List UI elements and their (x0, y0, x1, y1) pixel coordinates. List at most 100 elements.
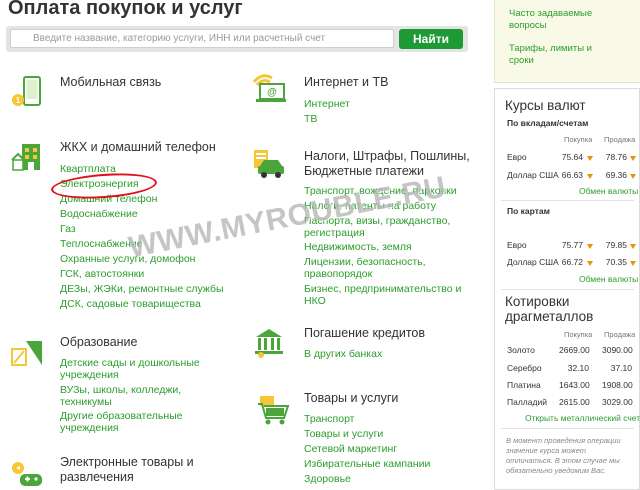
find-button[interactable]: Найти (399, 29, 463, 49)
house-icon (11, 144, 40, 171)
link-dsk[interactable]: ДСК, садовые товарищества (60, 298, 201, 311)
link-tv[interactable]: ТВ (304, 113, 317, 126)
link-other-education-2[interactable]: учреждения (60, 422, 119, 435)
category-mobile[interactable]: Мобильная связь (60, 75, 161, 90)
metal-sell: 37.10 (610, 363, 632, 373)
arrow-down-icon (587, 244, 593, 249)
sell-rate: 69.36 (605, 170, 627, 180)
metals-title-2: драгметаллов (505, 309, 594, 324)
category-education[interactable]: Образование (60, 335, 137, 350)
sell-rate: 78.76 (605, 152, 627, 162)
page-title: Оплата покупок и услуг (8, 0, 243, 19)
metal-name: Палладий (507, 397, 547, 407)
link-transport-goods[interactable]: Транспорт (304, 413, 355, 426)
link-water[interactable]: Водоснабжение (60, 208, 138, 221)
link-licenses-2[interactable]: правопорядок (304, 268, 372, 281)
rates-title: Курсы валют (505, 98, 586, 113)
search-bar: Найти (6, 26, 468, 52)
link-business[interactable]: Бизнес, предпринимательство и (304, 283, 461, 296)
category-internet-tv[interactable]: Интернет и ТВ (304, 75, 388, 90)
main-content: Оплата покупок и услуг Найти 1 Мобильная… (0, 0, 488, 490)
help-links-box: Часто задаваемые вопросы Тарифы, лимиты … (494, 0, 640, 83)
link-dez[interactable]: ДЕЗы, ЖЭКи, ремонтные службы (60, 283, 224, 296)
search-input[interactable] (10, 29, 394, 48)
sidebar: Часто задаваемые вопросы Тарифы, лимиты … (494, 0, 640, 490)
currency-name: Евро (507, 152, 527, 162)
disclaimer-line: В момент проведения операции (506, 436, 621, 445)
currency-name: Евро (507, 240, 527, 250)
metal-buy: 1643.00 (559, 380, 590, 390)
link-election[interactable]: Избирательные кампании (304, 458, 430, 471)
link-goods-services[interactable]: Товары и услуги (304, 428, 383, 441)
disclaimer-line: обязательно уведомим Вас. (506, 466, 607, 475)
link-kindergartens-2[interactable]: учреждения (60, 369, 119, 382)
currency-name: Доллар США (507, 170, 559, 180)
exchange-link[interactable]: Обмен валюты (579, 274, 638, 284)
arrow-down-icon (587, 174, 593, 179)
link-business-2[interactable]: НКО (304, 295, 326, 308)
shopping-cart-icon (258, 396, 290, 425)
currency-rates-panel: Курсы валют По вкладам/счетам Покупка Пр… (494, 88, 640, 490)
metals-sell-header: Продажа (604, 330, 636, 339)
metal-sell: 1908.00 (602, 380, 633, 390)
category-goods[interactable]: Товары и услуги (304, 391, 398, 406)
link-other-banks[interactable]: В других банках (304, 348, 382, 361)
gamepad-icon (12, 462, 42, 486)
faq-link-2[interactable]: вопросы (509, 20, 629, 32)
sell-rate: 79.85 (605, 240, 627, 250)
sell-header: Продажа (604, 135, 636, 144)
tariffs-link-1[interactable]: Тарифы, лимиты и (509, 43, 629, 55)
svg-text:@: @ (267, 87, 277, 98)
divider (501, 289, 634, 290)
metal-sell: 3029.00 (602, 397, 633, 407)
currency-name: Доллар США (507, 257, 559, 267)
internet-tv-icon: @ (252, 74, 286, 102)
category-taxes-title-1[interactable]: Налоги, Штрафы, Пошлины, (304, 149, 470, 164)
bank-icon (255, 329, 283, 358)
category-electronic-1[interactable]: Электронные товары и (60, 455, 194, 470)
disclaimer-line: значение курса может (506, 446, 586, 455)
category-loans[interactable]: Погашение кредитов (304, 326, 425, 341)
buy-rate: 75.64 (561, 152, 583, 162)
cards-subtitle: По картам (507, 206, 550, 216)
sell-rate: 70.35 (605, 257, 627, 267)
link-gas[interactable]: Газ (60, 223, 76, 236)
car-tax-icon (254, 150, 284, 178)
divider (501, 428, 634, 429)
faq-link-1[interactable]: Часто задаваемые (509, 8, 629, 20)
metal-name: Серебро (507, 363, 542, 373)
disclaimer-line: отличаться. В этом случае мы (506, 456, 620, 465)
divider (501, 200, 634, 201)
tariffs-link-2[interactable]: сроки (509, 55, 629, 67)
metal-name: Золото (507, 345, 535, 355)
arrow-down-icon (587, 261, 593, 266)
link-gsk[interactable]: ГСК, автостоянки (60, 268, 144, 281)
metal-buy: 2615.00 (559, 397, 590, 407)
metal-sell: 3090.00 (602, 345, 633, 355)
link-internet[interactable]: Интернет (304, 98, 350, 111)
arrow-down-icon (630, 261, 636, 266)
link-universities-2[interactable]: техникумы (60, 396, 112, 409)
buy-rate: 75.77 (561, 240, 583, 250)
link-realty[interactable]: Недвижимость, земля (304, 241, 412, 254)
rates-disclaimer: В момент проведения операции значение ку… (506, 436, 634, 476)
education-icon (11, 341, 42, 366)
link-network-marketing[interactable]: Сетевой маркетинг (304, 443, 397, 456)
arrow-down-icon (587, 156, 593, 161)
metal-buy: 2669.00 (559, 345, 590, 355)
metal-account-link[interactable]: Открыть металлический счет (525, 413, 640, 423)
metal-name: Платина (507, 380, 541, 390)
buy-header: Покупка (564, 135, 593, 144)
buy-rate: 66.63 (561, 170, 583, 180)
category-zhkh[interactable]: ЖКХ и домашний телефон (60, 140, 216, 155)
metals-buy-header: Покупка (564, 330, 593, 339)
svg-text:1: 1 (16, 96, 21, 105)
exchange-link[interactable]: Обмен валюты (579, 186, 638, 196)
mobile-phone-icon: 1 (12, 76, 41, 106)
metals-title-1: Котировки (505, 294, 570, 309)
buy-rate: 66.72 (561, 257, 583, 267)
link-health[interactable]: Здоровье (304, 473, 351, 486)
arrow-down-icon (630, 244, 636, 249)
category-electronic-2[interactable]: развлечения (60, 470, 134, 485)
metal-buy: 32.10 (567, 363, 589, 373)
